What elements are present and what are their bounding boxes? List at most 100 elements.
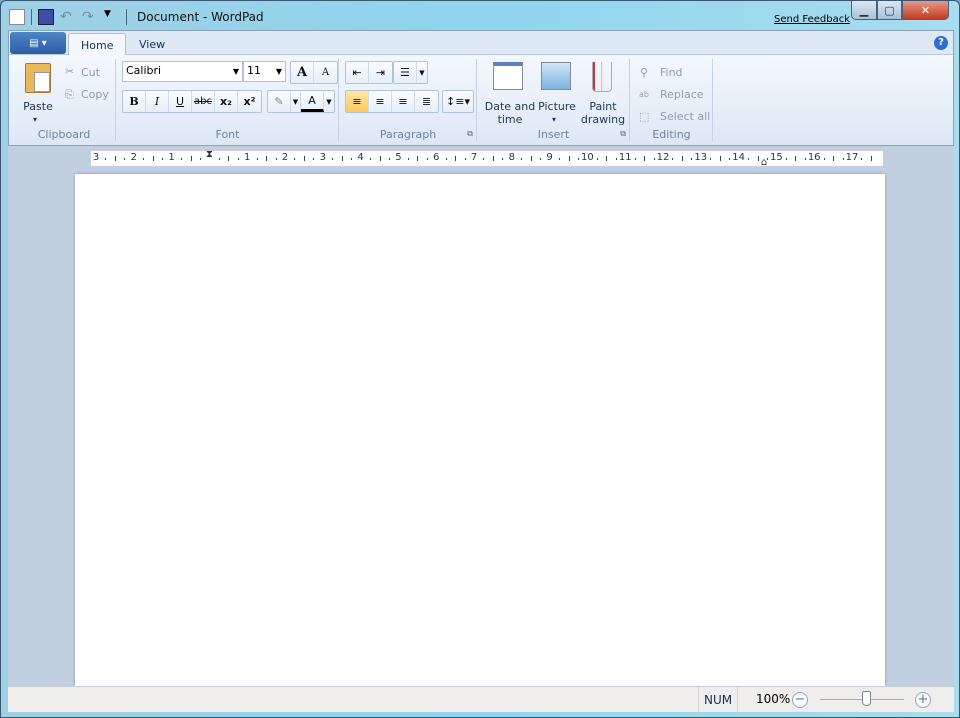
wordpad-icon[interactable] — [9, 9, 25, 25]
ruler-tick — [644, 156, 646, 161]
superscript-button[interactable]: x² — [238, 91, 261, 112]
cut-button[interactable]: Cut — [81, 66, 100, 79]
clipboard-group-label: Clipboard — [37, 128, 91, 141]
font-family-value: Calibri — [126, 64, 162, 77]
underline-button[interactable]: U — [169, 91, 192, 112]
chevron-down-icon[interactable]: ▼ — [417, 62, 427, 83]
ruler-tick — [237, 158, 239, 160]
increase-indent-icon[interactable]: ⇥ — [369, 62, 392, 83]
undo-icon[interactable]: ↶ — [60, 9, 76, 25]
align-right-icon[interactable]: ≡ — [392, 91, 415, 112]
ruler-tick — [407, 158, 409, 160]
ruler-tick — [691, 158, 693, 160]
tab-view[interactable]: View — [127, 33, 177, 56]
indent-marker[interactable]: ⧗ — [206, 149, 213, 160]
ruler-tick — [729, 158, 731, 160]
highlight-icon[interactable]: ✎ — [268, 91, 291, 112]
find-button[interactable]: Find — [660, 66, 683, 79]
replace-icon: ab — [639, 90, 649, 99]
send-feedback-link[interactable]: Send Feedback — [774, 14, 850, 25]
document-area: 3 2 1 ⧗ 1 2 3 4 5 6 7 8 9 10 11 12 13 14 15 16 17 ⌂ — [8, 146, 954, 686]
decrease-indent-icon[interactable]: ⇤ — [346, 62, 369, 83]
save-icon[interactable] — [38, 9, 54, 25]
chevron-down-icon[interactable]: ▼ — [291, 91, 301, 112]
ruler[interactable]: 3 2 1 ⧗ 1 2 3 4 5 6 7 8 9 10 11 12 13 14 15 16 17 ⌂ — [91, 149, 883, 168]
shrink-font-button[interactable]: A — [314, 62, 337, 83]
zoom-slider-thumb[interactable] — [862, 691, 871, 706]
ruler-label: 1 — [168, 152, 175, 163]
right-indent-marker[interactable]: ⌂ — [761, 157, 767, 168]
ruler-label: 3 — [92, 152, 100, 163]
ruler-label: 10 — [581, 152, 594, 163]
ruler-tick — [492, 156, 494, 161]
ruler-tick — [719, 156, 721, 161]
strikethrough-button[interactable]: abc — [192, 91, 215, 112]
ruler-tick — [152, 156, 154, 161]
text-color-button[interactable]: A — [301, 91, 324, 112]
maximize-button[interactable]: ▢ — [877, 1, 902, 20]
ruler-label: 15 — [770, 152, 783, 163]
ruler-tick — [114, 156, 116, 161]
ruler-tick — [388, 158, 390, 160]
grow-font-button[interactable]: A — [291, 62, 314, 83]
dialog-launcher-icon[interactable]: ⧉ — [467, 129, 473, 139]
chevron-down-icon[interactable]: ▼ — [324, 91, 334, 112]
ruler-tick — [275, 158, 277, 160]
ruler-tick — [577, 158, 579, 160]
font-size-select[interactable]: 11 ▼ — [243, 61, 286, 82]
ruler-tick — [615, 158, 617, 160]
paragraph-group-label: Paragraph — [379, 128, 437, 141]
paint-drawing-button[interactable]: Paint drawing — [580, 100, 626, 126]
dialog-launcher-icon[interactable]: ⧉ — [620, 129, 626, 139]
ruler-tick — [634, 158, 636, 160]
customize-dropdown-icon[interactable]: ▼ — [104, 9, 120, 25]
bullets-icon[interactable]: ☰ — [394, 62, 417, 83]
ruler-label: 12 — [656, 152, 670, 163]
ruler-tick — [870, 156, 872, 161]
ruler-tick — [861, 158, 863, 160]
ruler-tick — [199, 158, 201, 160]
wordpad-window: ↶ ↷ ▼ Document - WordPad Send Feedback ▁… — [0, 0, 960, 718]
tab-home[interactable]: Home — [68, 33, 127, 56]
quick-access-toolbar: ↶ ↷ ▼ Document - WordPad — [9, 9, 264, 25]
date-and-time-button[interactable]: Date and time — [482, 100, 538, 126]
zoom-out-button[interactable]: − — [792, 692, 808, 708]
close-button[interactable]: ✕ — [902, 1, 949, 20]
select-all-icon: ⬚ — [639, 110, 650, 123]
ruler-tick — [530, 156, 532, 161]
insert-group-label: Insert — [537, 128, 570, 141]
application-menu-button[interactable]: ▤ ▾ — [10, 32, 66, 54]
ruler-label: 8 — [508, 152, 515, 163]
ruler-tick — [521, 158, 523, 160]
ruler-label: 17 — [845, 152, 859, 163]
ruler-tick — [294, 158, 296, 160]
replace-button[interactable]: Replace — [660, 88, 704, 101]
help-icon[interactable]: ? — [934, 36, 948, 50]
copy-button[interactable]: Copy — [81, 88, 109, 101]
copy-icon: ⎘ — [65, 88, 74, 101]
line-spacing-icon[interactable]: ↕≡▾ — [443, 91, 473, 112]
italic-button[interactable]: I — [146, 91, 169, 112]
zoom-in-button[interactable]: + — [915, 692, 931, 708]
ruler-tick — [540, 158, 542, 160]
paste-dropdown-icon[interactable]: ▾ — [33, 113, 37, 126]
ruler-label: 2 — [281, 152, 289, 163]
subscript-button[interactable]: x₂ — [215, 91, 238, 112]
ruler-tick — [332, 158, 334, 160]
ruler-tick — [124, 158, 126, 160]
document-page[interactable] — [75, 174, 885, 686]
justify-icon[interactable]: ≣ — [415, 91, 438, 112]
align-center-icon[interactable]: ≡ — [369, 91, 392, 112]
select-all-button[interactable]: Select all — [660, 110, 710, 123]
picture-button[interactable]: Picture — [536, 100, 578, 113]
font-family-select[interactable]: Calibri ▼ — [122, 61, 243, 82]
chevron-down-icon[interactable]: ▾ — [552, 113, 556, 126]
redo-icon[interactable]: ↷ — [82, 9, 98, 25]
ruler-tick — [795, 156, 797, 161]
ruler-label: 16 — [807, 152, 821, 163]
align-left-icon[interactable]: ≡ — [346, 91, 369, 112]
minimize-button[interactable]: ▁ — [851, 1, 877, 20]
paste-button[interactable]: Paste — [18, 100, 58, 113]
bold-button[interactable]: B — [123, 91, 146, 112]
zoom-slider[interactable] — [820, 691, 904, 706]
